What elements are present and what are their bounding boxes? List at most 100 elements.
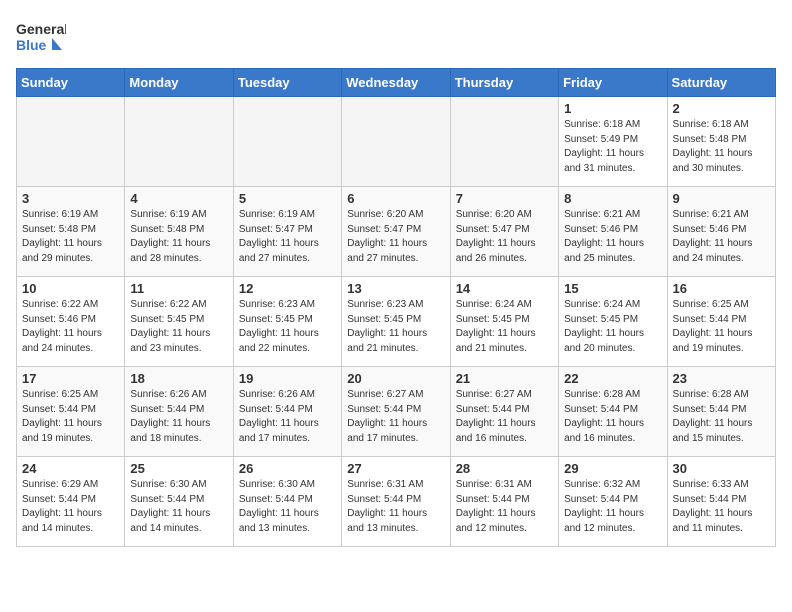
day-info: Sunrise: 6:32 AMSunset: 5:44 PMDaylight:… <box>564 478 661 536</box>
day-info: Sunrise: 6:19 AMSunset: 5:48 PMDaylight:… <box>130 208 227 266</box>
day-number: 30 <box>673 461 770 476</box>
calendar-day-cell: 25 Sunrise: 6:30 AMSunset: 5:44 PMDayligh… <box>125 457 233 547</box>
calendar-day-cell: 24 Sunrise: 6:29 AMSunset: 5:44 PMDayligh… <box>17 457 125 547</box>
calendar-day-cell: 1 Sunrise: 6:18 AMSunset: 5:49 PMDaylight… <box>559 97 667 187</box>
day-number: 7 <box>456 191 553 206</box>
day-info: Sunrise: 6:24 AMSunset: 5:45 PMDaylight:… <box>564 298 661 356</box>
svg-text:General: General <box>16 21 66 37</box>
calendar-day-cell: 28 Sunrise: 6:31 AMSunset: 5:44 PMDayligh… <box>450 457 558 547</box>
day-info: Sunrise: 6:20 AMSunset: 5:47 PMDaylight:… <box>347 208 444 266</box>
day-number: 16 <box>673 281 770 296</box>
logo: GeneralBlue <box>16 16 66 60</box>
calendar-day-cell: 26Sunrise: 6:30 AMSunset: 5:44 PMDayligh… <box>233 457 341 547</box>
day-number: 27 <box>347 461 444 476</box>
day-info: Sunrise: 6:18 AMSunset: 5:49 PMDaylight:… <box>564 118 661 176</box>
day-info: Sunrise: 6:29 AMSunset: 5:44 PMDaylight:… <box>22 478 119 536</box>
day-info: Sunrise: 6:27 AMSunset: 5:44 PMDaylight:… <box>456 388 553 446</box>
logo-icon: GeneralBlue <box>16 16 66 60</box>
day-number: 2 <box>673 101 770 116</box>
weekday-header: Wednesday <box>342 69 450 97</box>
day-info: Sunrise: 6:21 AMSunset: 5:46 PMDaylight:… <box>673 208 770 266</box>
day-number: 25 <box>130 461 227 476</box>
weekday-header: Sunday <box>17 69 125 97</box>
day-number: 18 <box>130 371 227 386</box>
calendar-table: SundayMondayTuesdayWednesdayThursdayFrid… <box>16 68 776 547</box>
day-number: 3 <box>22 191 119 206</box>
calendar-day-cell: 8Sunrise: 6:21 AMSunset: 5:46 PMDaylight… <box>559 187 667 277</box>
day-number: 23 <box>673 371 770 386</box>
calendar-day-cell: 20 Sunrise: 6:27 AMSunset: 5:44 PMDayligh… <box>342 367 450 457</box>
day-info: Sunrise: 6:22 AMSunset: 5:45 PMDaylight:… <box>130 298 227 356</box>
day-info: Sunrise: 6:30 AMSunset: 5:44 PMDaylight:… <box>130 478 227 536</box>
calendar-day-cell: 30 Sunrise: 6:33 AMSunset: 5:44 PMDayligh… <box>667 457 775 547</box>
weekday-header: Saturday <box>667 69 775 97</box>
day-number: 29 <box>564 461 661 476</box>
calendar-day-cell: 2Sunrise: 6:18 AMSunset: 5:48 PMDaylight… <box>667 97 775 187</box>
calendar-day-cell: 19 Sunrise: 6:26 AMSunset: 5:44 PMDayligh… <box>233 367 341 457</box>
calendar-day-cell: 14 Sunrise: 6:24 AMSunset: 5:45 PMDayligh… <box>450 277 558 367</box>
calendar-day-cell: 12Sunrise: 6:23 AMSunset: 5:45 PMDayligh… <box>233 277 341 367</box>
calendar-day-cell: 7 Sunrise: 6:20 AMSunset: 5:47 PMDaylight… <box>450 187 558 277</box>
day-info: Sunrise: 6:31 AMSunset: 5:44 PMDaylight:… <box>456 478 553 536</box>
day-info: Sunrise: 6:31 AMSunset: 5:44 PMDaylight:… <box>347 478 444 536</box>
day-number: 4 <box>130 191 227 206</box>
weekday-header-row: SundayMondayTuesdayWednesdayThursdayFrid… <box>17 69 776 97</box>
svg-text:Blue: Blue <box>16 37 47 53</box>
calendar-day-cell: 23 Sunrise: 6:28 AMSunset: 5:44 PMDayligh… <box>667 367 775 457</box>
calendar-day-cell: 22Sunrise: 6:28 AMSunset: 5:44 PMDayligh… <box>559 367 667 457</box>
day-info: Sunrise: 6:28 AMSunset: 5:44 PMDaylight:… <box>673 388 770 446</box>
day-info: Sunrise: 6:23 AMSunset: 5:45 PMDaylight:… <box>347 298 444 356</box>
calendar-week-row: 10 Sunrise: 6:22 AMSunset: 5:46 PMDayligh… <box>17 277 776 367</box>
day-number: 17 <box>22 371 119 386</box>
calendar-day-cell: 11 Sunrise: 6:22 AMSunset: 5:45 PMDayligh… <box>125 277 233 367</box>
day-number: 14 <box>456 281 553 296</box>
day-info: Sunrise: 6:20 AMSunset: 5:47 PMDaylight:… <box>456 208 553 266</box>
day-number: 15 <box>564 281 661 296</box>
calendar-day-cell: 10 Sunrise: 6:22 AMSunset: 5:46 PMDayligh… <box>17 277 125 367</box>
calendar-day-cell: 9 Sunrise: 6:21 AMSunset: 5:46 PMDaylight… <box>667 187 775 277</box>
day-number: 24 <box>22 461 119 476</box>
day-number: 21 <box>456 371 553 386</box>
calendar-day-cell: 18 Sunrise: 6:26 AMSunset: 5:44 PMDayligh… <box>125 367 233 457</box>
calendar-day-cell: 3 Sunrise: 6:19 AMSunset: 5:48 PMDaylight… <box>17 187 125 277</box>
day-info: Sunrise: 6:26 AMSunset: 5:44 PMDaylight:… <box>239 388 336 446</box>
calendar-day-cell: 27 Sunrise: 6:31 AMSunset: 5:44 PMDayligh… <box>342 457 450 547</box>
day-info: Sunrise: 6:22 AMSunset: 5:46 PMDaylight:… <box>22 298 119 356</box>
calendar-week-row: 24 Sunrise: 6:29 AMSunset: 5:44 PMDayligh… <box>17 457 776 547</box>
day-number: 19 <box>239 371 336 386</box>
day-info: Sunrise: 6:19 AMSunset: 5:47 PMDaylight:… <box>239 208 336 266</box>
day-info: Sunrise: 6:19 AMSunset: 5:48 PMDaylight:… <box>22 208 119 266</box>
calendar-day-cell <box>342 97 450 187</box>
calendar-day-cell: 4 Sunrise: 6:19 AMSunset: 5:48 PMDaylight… <box>125 187 233 277</box>
day-number: 26 <box>239 461 336 476</box>
calendar-day-cell <box>233 97 341 187</box>
day-number: 10 <box>22 281 119 296</box>
day-info: Sunrise: 6:33 AMSunset: 5:44 PMDaylight:… <box>673 478 770 536</box>
calendar-day-cell: 17Sunrise: 6:25 AMSunset: 5:44 PMDayligh… <box>17 367 125 457</box>
day-info: Sunrise: 6:27 AMSunset: 5:44 PMDaylight:… <box>347 388 444 446</box>
weekday-header: Thursday <box>450 69 558 97</box>
day-info: Sunrise: 6:26 AMSunset: 5:44 PMDaylight:… <box>130 388 227 446</box>
calendar-day-cell <box>125 97 233 187</box>
day-number: 22 <box>564 371 661 386</box>
day-number: 13 <box>347 281 444 296</box>
calendar-week-row: 1 Sunrise: 6:18 AMSunset: 5:49 PMDaylight… <box>17 97 776 187</box>
day-number: 20 <box>347 371 444 386</box>
day-number: 11 <box>130 281 227 296</box>
day-info: Sunrise: 6:24 AMSunset: 5:45 PMDaylight:… <box>456 298 553 356</box>
day-number: 9 <box>673 191 770 206</box>
day-info: Sunrise: 6:21 AMSunset: 5:46 PMDaylight:… <box>564 208 661 266</box>
calendar-day-cell: 16Sunrise: 6:25 AMSunset: 5:44 PMDayligh… <box>667 277 775 367</box>
day-number: 12 <box>239 281 336 296</box>
day-number: 6 <box>347 191 444 206</box>
calendar-week-row: 3 Sunrise: 6:19 AMSunset: 5:48 PMDaylight… <box>17 187 776 277</box>
calendar-day-cell: 5Sunrise: 6:19 AMSunset: 5:47 PMDaylight… <box>233 187 341 277</box>
calendar-week-row: 17Sunrise: 6:25 AMSunset: 5:44 PMDayligh… <box>17 367 776 457</box>
calendar-day-cell: 13 Sunrise: 6:23 AMSunset: 5:45 PMDayligh… <box>342 277 450 367</box>
weekday-header: Monday <box>125 69 233 97</box>
day-number: 1 <box>564 101 661 116</box>
page-header: GeneralBlue <box>16 16 776 60</box>
calendar-day-cell: 29 Sunrise: 6:32 AMSunset: 5:44 PMDayligh… <box>559 457 667 547</box>
day-number: 28 <box>456 461 553 476</box>
calendar-day-cell <box>17 97 125 187</box>
